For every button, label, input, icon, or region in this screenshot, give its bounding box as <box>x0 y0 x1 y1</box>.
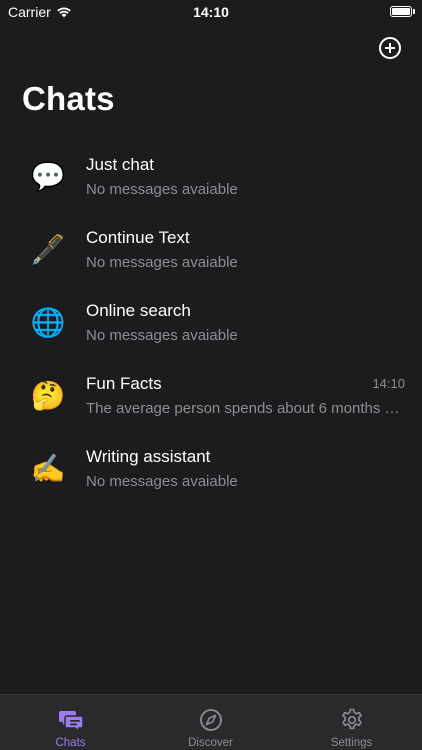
chat-preview: No messages avaiable <box>86 181 238 198</box>
tab-label: Discover <box>188 737 233 749</box>
tab-label: Settings <box>330 737 373 749</box>
tab-chats[interactable]: Chats <box>0 695 141 750</box>
chat-name: Continue Text <box>86 228 190 247</box>
compass-icon <box>199 709 222 731</box>
battery-icon <box>390 6 415 17</box>
chat-preview: No messages avaiable <box>86 254 238 271</box>
chat-name: Just chat <box>86 155 155 174</box>
speech-bubble-icon: 💬 <box>30 161 66 192</box>
tab-discover[interactable]: Discover <box>140 695 281 750</box>
chat-item-online-search[interactable]: 🌐 Online search No messages avaiable <box>0 286 422 359</box>
thinking-face-icon: 🤔 <box>30 380 66 411</box>
chat-item-writing-assistant[interactable]: ✍️ Writing assistant No messages avaiabl… <box>0 432 422 505</box>
gear-icon <box>341 708 362 730</box>
chat-name: Writing assistant <box>86 447 211 466</box>
chat-name: Fun Facts <box>86 374 162 393</box>
chat-item-fun-facts[interactable]: 🤔 Fun Facts The average person spends ab… <box>0 359 422 432</box>
new-chat-button[interactable] <box>379 37 401 59</box>
chat-preview: No messages avaiable <box>86 473 238 490</box>
status-time: 14:10 <box>193 4 229 20</box>
chat-list: 💬 Just chat No messages avaiable 🖋️ Cont… <box>0 140 422 505</box>
writing-hand-icon: ✍️ <box>30 453 66 484</box>
fountain-pen-icon: 🖋️ <box>30 234 66 265</box>
chat-time: 14:10 <box>372 376 405 391</box>
chat-item-continue-text[interactable]: 🖋️ Continue Text No messages avaiable <box>0 213 422 286</box>
chat-name: Online search <box>86 301 191 320</box>
chat-preview: No messages avaiable <box>86 327 238 344</box>
tab-settings[interactable]: Settings <box>281 695 422 750</box>
page-title: Chats <box>22 80 115 117</box>
chat-item-just-chat[interactable]: 💬 Just chat No messages avaiable <box>0 140 422 213</box>
status-bar: Carrier 14:10 <box>0 0 422 24</box>
globe-icon: 🌐 <box>30 307 66 338</box>
tab-label: Chats <box>55 737 86 749</box>
tab-bar: Chats Discover Settings <box>0 694 422 750</box>
chat-preview: The average person spends about 6 months… <box>86 400 400 417</box>
chat-bubbles-icon <box>58 711 84 733</box>
